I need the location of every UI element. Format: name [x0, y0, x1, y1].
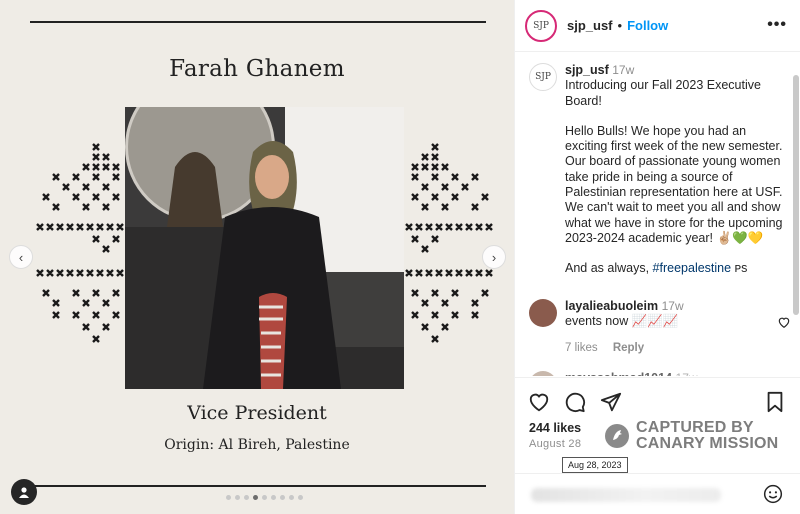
chevron-left-icon: ‹ [18, 249, 24, 265]
caption-avatar[interactable]: SJP [529, 63, 557, 91]
user-icon [19, 487, 29, 498]
comment-input-placeholder[interactable] [531, 488, 721, 502]
comment-button[interactable] [563, 390, 587, 414]
scrollbar-thumb[interactable] [793, 75, 799, 315]
heart-icon [529, 393, 549, 412]
carousel-dot [289, 495, 294, 500]
carousel-dot [280, 495, 285, 500]
carousel-prev-button[interactable]: ‹ [9, 245, 33, 269]
carousel-indicator [226, 495, 303, 500]
paper-plane-icon [600, 392, 622, 412]
top-rule [30, 21, 486, 23]
save-button[interactable] [763, 390, 787, 414]
watermark: CAPTURED BY CANARY MISSION [604, 418, 794, 454]
post-date[interactable]: August 28 [529, 438, 581, 450]
carousel-dot [244, 495, 249, 500]
watermark-line2: CANARY MISSION [636, 435, 779, 452]
carousel-dot [226, 495, 231, 500]
follow-button[interactable]: Follow [627, 18, 668, 33]
comment-item: layalieabuoleim 17w events now 📈📈📈 7 lik… [529, 299, 791, 356]
carousel-dot [235, 495, 240, 500]
bookmark-icon [767, 391, 783, 413]
member-role: Vice President [187, 402, 327, 424]
carousel-dot [271, 495, 276, 500]
add-comment-bar[interactable] [515, 473, 800, 514]
comment-item: mayssahmad1014 17w [529, 371, 698, 376]
comment-age: 17w [676, 371, 698, 376]
commenter-avatar[interactable] [529, 371, 557, 376]
commenter-avatar[interactable] [529, 299, 557, 327]
tatreez-motif-left [36, 143, 124, 343]
comment-like-heart-icon[interactable] [777, 315, 791, 329]
member-photo [125, 107, 404, 389]
smiley-icon[interactable] [763, 484, 783, 504]
carousel-dot [298, 495, 303, 500]
caption-intro: Introducing our Fall 2023 Executive Boar… [565, 78, 761, 108]
post-caption: SJP sjp_usf 17w Introducing our Fall 202… [529, 63, 799, 277]
tatreez-motif-right [405, 143, 493, 343]
date-tooltip: Aug 28, 2023 [562, 457, 628, 473]
bottom-rule [30, 485, 486, 487]
carousel-next-button[interactable]: › [482, 245, 506, 269]
separator-dot: • [617, 18, 623, 33]
commenter-username[interactable]: layalieabuoleim [565, 299, 658, 313]
member-origin: Origin: Al Bireh, Palestine [164, 437, 350, 453]
reply-button[interactable]: Reply [613, 342, 644, 354]
more-options-button[interactable]: ••• [767, 16, 787, 34]
closing-prefix: And as always, [565, 261, 653, 276]
member-name: Farah Ghanem [169, 56, 345, 82]
caption-username[interactable]: sjp_usf [565, 63, 609, 77]
canary-bird-icon [605, 424, 629, 448]
tagged-users-button[interactable] [11, 479, 37, 505]
account-username[interactable]: sjp_usf [567, 18, 613, 33]
caption-age: 17w [612, 63, 635, 77]
caption-body: Hello Bulls! We hope you had an exciting… [565, 123, 783, 245]
logo-text: SJP [533, 20, 549, 31]
chevron-right-icon: › [491, 249, 497, 265]
post-header: SJP sjp_usf • Follow ••• [515, 0, 800, 52]
hashtag-link[interactable]: #freepalestine [653, 261, 732, 275]
caption-closing: And as always, #freepalestine ᴘs [565, 261, 791, 276]
like-button[interactable] [527, 390, 551, 414]
carousel-dot [253, 495, 258, 500]
closing-suffix: ᴘs [731, 261, 748, 276]
comment-text: events now 📈📈📈 [565, 314, 679, 328]
post-media[interactable]: Farah Ghanem Vice President Origin: Al B… [0, 0, 514, 514]
account-avatar[interactable]: SJP [525, 9, 557, 42]
like-count[interactable]: 244 likes [529, 421, 581, 435]
watermark-line1: CAPTURED BY [636, 419, 754, 436]
instagram-post-view: Farah Ghanem Vice President Origin: Al B… [0, 0, 800, 514]
comment-icon [565, 392, 586, 413]
carousel-dot [262, 495, 267, 500]
comments-feed[interactable]: SJP sjp_usf 17w Introducing our Fall 202… [515, 53, 800, 376]
comment-likes[interactable]: 7 likes [565, 342, 598, 354]
comment-age: 17w [661, 299, 684, 313]
logo-text-small: SJP [535, 72, 551, 82]
commenter-username[interactable]: mayssahmad1014 [565, 371, 672, 376]
action-icons [527, 390, 623, 414]
share-button[interactable] [599, 390, 623, 414]
